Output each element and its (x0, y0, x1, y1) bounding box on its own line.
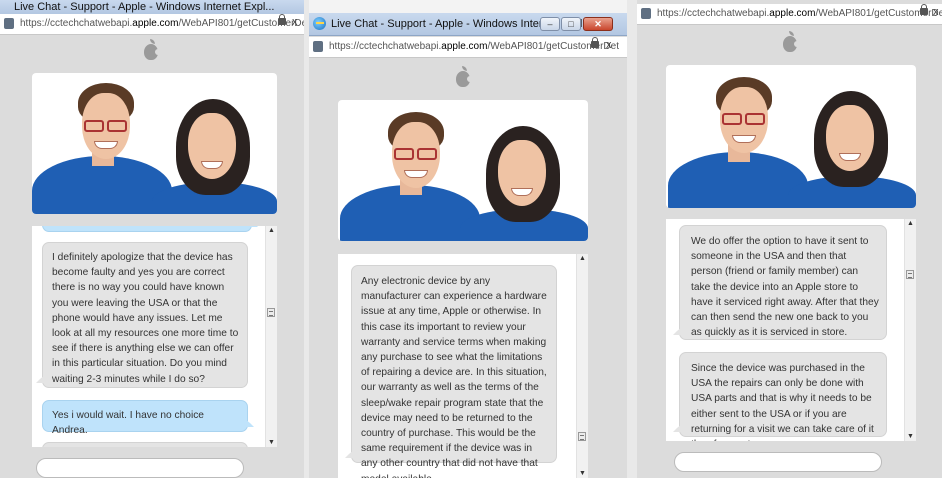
url-text: https://cctechchatwebapi.apple.com/WebAP… (20, 18, 304, 29)
scroll-down-arrow[interactable]: ▼ (268, 439, 275, 446)
scroll-down-arrow[interactable]: ▼ (579, 470, 586, 477)
scrollbar-grip-icon[interactable] (267, 308, 275, 317)
previous-message-partial (42, 226, 258, 232)
agent-message: We do offer the option to have it sent t… (673, 225, 887, 340)
maximize-button[interactable]: □ (561, 17, 581, 31)
woman-figure (142, 73, 277, 214)
chat-scrollbar[interactable]: ▲ ▼ (265, 226, 277, 447)
url-text: https://cctechchatwebapi.apple.com/WebAP… (329, 41, 619, 52)
support-team-photo (666, 65, 916, 208)
ie-logo-icon (313, 17, 326, 30)
woman-figure (450, 100, 588, 241)
chat-window-1: Live Chat - Support - Apple - Windows In… (0, 0, 304, 478)
agent-message: Any electronic device by any manufacture… (345, 265, 557, 478)
agent-message: I definitely apologize that the device h… (36, 242, 248, 388)
ie-page-icon (313, 41, 323, 52)
window-titlebar[interactable]: Live Chat - Support - Apple - Windows In… (309, 13, 627, 36)
minimize-button[interactable]: ‒ (540, 17, 560, 31)
apple-logo-icon (144, 39, 161, 60)
ie-page-icon (4, 18, 14, 29)
chat-window-3: https://cctechchatwebapi.apple.com/WebAP… (637, 0, 942, 478)
chat-window-2: Live Chat - Support - Apple - Windows In… (309, 13, 627, 478)
chat-transcript[interactable]: I definitely apologize that the device h… (32, 226, 277, 447)
window-title: Live Chat - Support - Apple - Windows In… (14, 1, 275, 13)
user-message: Yes i would wait. I have no choice Andre… (42, 400, 254, 436)
close-tab-icon[interactable]: x (933, 6, 939, 18)
agent-message: Since the device was purchased in the US… (673, 352, 887, 441)
window-titlebar[interactable]: Live Chat - Support - Apple - Windows In… (0, 0, 304, 15)
close-button[interactable]: ✕ (583, 17, 613, 31)
address-bar[interactable]: https://cctechchatwebapi.apple.com/WebAP… (309, 37, 627, 58)
scrollbar-grip-icon[interactable] (906, 270, 914, 279)
scroll-up-arrow[interactable]: ▲ (268, 227, 275, 234)
apple-logo-icon (456, 66, 473, 87)
chat-transcript[interactable]: We do offer the option to have it sent t… (666, 219, 916, 441)
woman-figure (778, 65, 916, 208)
scroll-down-arrow[interactable]: ▼ (907, 433, 914, 440)
lock-icon[interactable] (591, 37, 599, 48)
scroll-up-arrow[interactable]: ▲ (907, 220, 914, 227)
url-text: https://cctechchatwebapi.apple.com/WebAP… (657, 8, 942, 19)
chat-transcript[interactable]: Any electronic device by any manufacture… (338, 254, 588, 478)
chat-input-field[interactable] (36, 458, 244, 478)
support-team-photo (32, 73, 277, 214)
chat-scrollbar[interactable]: ▲ ▼ (576, 254, 588, 478)
ie-page-icon (641, 8, 651, 19)
scroll-up-arrow[interactable]: ▲ (579, 255, 586, 262)
desktop-background (627, 0, 637, 478)
apple-logo-icon (783, 31, 800, 52)
close-tab-icon[interactable]: x (606, 39, 612, 51)
lock-icon[interactable] (278, 14, 286, 25)
chat-scrollbar[interactable]: ▲ ▼ (904, 219, 916, 441)
address-bar[interactable]: https://cctechchatwebapi.apple.com/WebAP… (637, 4, 942, 25)
chat-input-field[interactable] (674, 452, 882, 472)
scrollbar-grip-icon[interactable] (578, 432, 586, 441)
support-team-photo (338, 100, 588, 241)
lock-icon[interactable] (920, 4, 928, 15)
close-tab-icon[interactable]: x (292, 16, 298, 28)
address-bar[interactable]: https://cctechchatwebapi.apple.com/WebAP… (0, 14, 304, 35)
